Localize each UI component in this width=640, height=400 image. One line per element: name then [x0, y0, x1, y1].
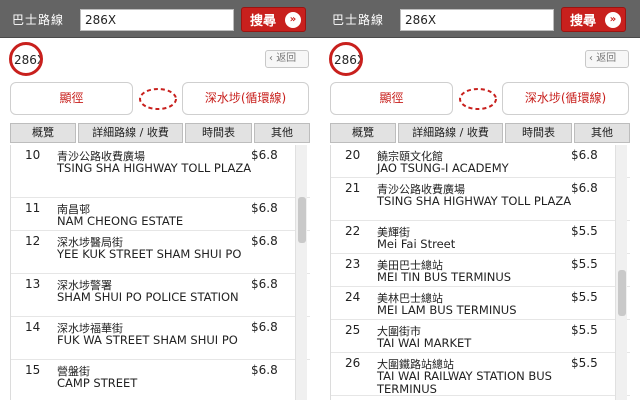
stop-number: 13 — [25, 277, 41, 291]
stop-name-en: JAO TSUNG-I ACADEMY — [377, 161, 509, 175]
tab-timetable[interactable]: 時間表 — [505, 123, 572, 143]
list-item[interactable]: 22 美輝街 Mei Fai Street $5.5 — [331, 221, 630, 254]
stop-fare: $6.8 — [251, 201, 278, 215]
list-item[interactable]: 10 青沙公路收費廣場 TSING SHA HIGHWAY TOLL PLAZA… — [11, 145, 310, 198]
stop-number: 20 — [345, 148, 361, 162]
stop-name-en: YEE KUK STREET SHAM SHUI PO — [57, 247, 242, 261]
header-bar: 巴士路線 搜尋 » — [0, 0, 320, 38]
stop-name-en: CAMP STREET — [57, 376, 138, 390]
chevron-left-icon: ‹ — [269, 53, 273, 64]
tab-other[interactable]: 其他 — [254, 123, 310, 143]
stop-number: 26 — [345, 356, 361, 370]
search-button-label: 搜尋 — [570, 14, 597, 29]
tab-timetable[interactable]: 時間表 — [185, 123, 252, 143]
stop-name-en: Mei Fai Street — [377, 237, 456, 251]
list-item[interactable]: 23 美田巴士總站 MEI TIN BUS TERMINUS $5.5 — [331, 254, 630, 287]
route-panel-left: 巴士路線 搜尋 » 286X ‹ 返回 顯徑 深水埗(循環線) 概覽 詳細路線 … — [0, 0, 320, 400]
swap-direction-icon[interactable] — [457, 85, 499, 113]
stop-fare: $6.8 — [251, 148, 278, 162]
stop-list: 10 青沙公路收費廣場 TSING SHA HIGHWAY TOLL PLAZA… — [10, 145, 310, 400]
double-arrow-right-icon: » — [605, 12, 621, 28]
tab-overview[interactable]: 概覽 — [10, 123, 76, 143]
stop-number: 22 — [345, 224, 361, 238]
tab-bar: 概覽 詳細路線 / 收費 時間表 其他 — [330, 123, 630, 143]
list-item[interactable]: 12 深水埗醫局街 YEE KUK STREET SHAM SHUI PO $6… — [11, 231, 310, 274]
stop-name-en: TAI WAI MARKET — [377, 336, 472, 350]
scrollbar[interactable] — [295, 145, 307, 400]
list-item[interactable]: 11 南昌邨 NAM CHEONG ESTATE $6.8 — [11, 198, 310, 231]
route-panel-right: 巴士路線 搜尋 » 286X ‹ 返回 顯徑 深水埗(循環線) 概覽 詳細路線 … — [320, 0, 640, 400]
list-item[interactable]: 21 青沙公路收費廣場 TSING SHA HIGHWAY TOLL PLAZA… — [331, 178, 630, 221]
direction-to-button[interactable]: 深水埗(循環線) — [502, 82, 629, 115]
stop-name-en: TSING SHA HIGHWAY TOLL PLAZA — [377, 194, 572, 208]
stop-name-en: SHAM SHUI PO POLICE STATION — [57, 290, 239, 304]
stop-number: 12 — [25, 234, 41, 248]
scrollbar-thumb[interactable] — [298, 197, 306, 243]
back-label: 返回 — [596, 53, 617, 64]
stop-fare: $5.5 — [571, 224, 598, 238]
list-item[interactable]: 13 深水埗警署 SHAM SHUI PO POLICE STATION $6.… — [11, 274, 310, 317]
stop-fare: $6.8 — [571, 181, 598, 195]
direction-from-button[interactable]: 顯徑 — [10, 82, 133, 115]
back-label: 返回 — [276, 53, 297, 64]
search-button[interactable]: 搜尋 » — [561, 7, 626, 32]
route-number: 286X — [14, 53, 43, 67]
tab-other[interactable]: 其他 — [574, 123, 630, 143]
stop-fare: $6.8 — [571, 148, 598, 162]
list-item[interactable]: 26 大圍鐵路站總站 TAI WAI RAILWAY STATION BUS T… — [331, 353, 630, 396]
route-number: 286X — [334, 53, 363, 67]
stop-fare: $6.8 — [251, 234, 278, 248]
search-input[interactable] — [80, 9, 234, 31]
stop-number: 23 — [345, 257, 361, 271]
route-number-badge: 286X — [9, 42, 43, 76]
direction-from-button[interactable]: 顯徑 — [330, 82, 453, 115]
stop-name-en: NAM CHEONG ESTATE — [57, 214, 184, 228]
search-button-label: 搜尋 — [250, 14, 277, 29]
stop-number: 10 — [25, 148, 41, 162]
scrollbar[interactable] — [615, 145, 627, 400]
tab-overview[interactable]: 概覽 — [330, 123, 396, 143]
stop-number: 24 — [345, 290, 361, 304]
stop-fare: $5.5 — [571, 290, 598, 304]
list-item[interactable]: 15 營盤街 CAMP STREET $6.8 — [11, 360, 310, 400]
stop-fare: $6.8 — [251, 277, 278, 291]
stop-number: 15 — [25, 363, 41, 377]
stop-name-en: FUK WA STREET SHAM SHUI PO — [57, 333, 238, 347]
back-button[interactable]: ‹ 返回 — [585, 50, 629, 68]
stop-name-en: TSING SHA HIGHWAY TOLL PLAZA — [57, 161, 252, 175]
tab-bar: 概覽 詳細路線 / 收費 時間表 其他 — [10, 123, 310, 143]
list-item[interactable]: 25 大圍街市 TAI WAI MARKET $5.5 — [331, 320, 630, 353]
list-item[interactable]: 14 深水埗福華街 FUK WA STREET SHAM SHUI PO $6.… — [11, 317, 310, 360]
tab-route-details[interactable]: 詳細路線 / 收費 — [398, 123, 503, 143]
stop-fare: $6.8 — [251, 320, 278, 334]
search-button[interactable]: 搜尋 » — [241, 7, 306, 32]
stop-fare: $5.5 — [571, 356, 598, 370]
tab-route-details[interactable]: 詳細路線 / 收費 — [78, 123, 183, 143]
stop-number: 11 — [25, 201, 41, 215]
stop-number: 21 — [345, 181, 361, 195]
stop-number: 14 — [25, 320, 41, 334]
stop-name-en: TAI WAI RAILWAY STATION BUS TERMINUS — [377, 369, 552, 396]
swap-direction-icon[interactable] — [137, 85, 179, 113]
stop-list: 20 饒宗頤文化館 JAO TSUNG-I ACADEMY $6.8 21 青沙… — [330, 145, 630, 400]
stop-fare: $5.5 — [571, 257, 598, 271]
route-number-badge: 286X — [329, 42, 363, 76]
header-label: 巴士路線 — [332, 13, 385, 27]
stop-fare: $6.8 — [251, 363, 278, 377]
stop-fare: $5.5 — [571, 323, 598, 337]
list-item[interactable]: 24 美林巴士總站 MEI LAM BUS TERMINUS $5.5 — [331, 287, 630, 320]
header-bar: 巴士路線 搜尋 » — [320, 0, 640, 38]
scrollbar-thumb[interactable] — [618, 270, 626, 316]
back-button[interactable]: ‹ 返回 — [265, 50, 309, 68]
search-input[interactable] — [400, 9, 554, 31]
list-item[interactable]: 20 饒宗頤文化館 JAO TSUNG-I ACADEMY $6.8 — [331, 145, 630, 178]
double-arrow-right-icon: » — [285, 12, 301, 28]
chevron-left-icon: ‹ — [589, 53, 593, 64]
direction-to-button[interactable]: 深水埗(循環線) — [182, 82, 309, 115]
header-label: 巴士路線 — [12, 13, 65, 27]
stop-number: 25 — [345, 323, 361, 337]
stop-name-en: MEI LAM BUS TERMINUS — [377, 303, 517, 317]
stop-name-en: MEI TIN BUS TERMINUS — [377, 270, 512, 284]
